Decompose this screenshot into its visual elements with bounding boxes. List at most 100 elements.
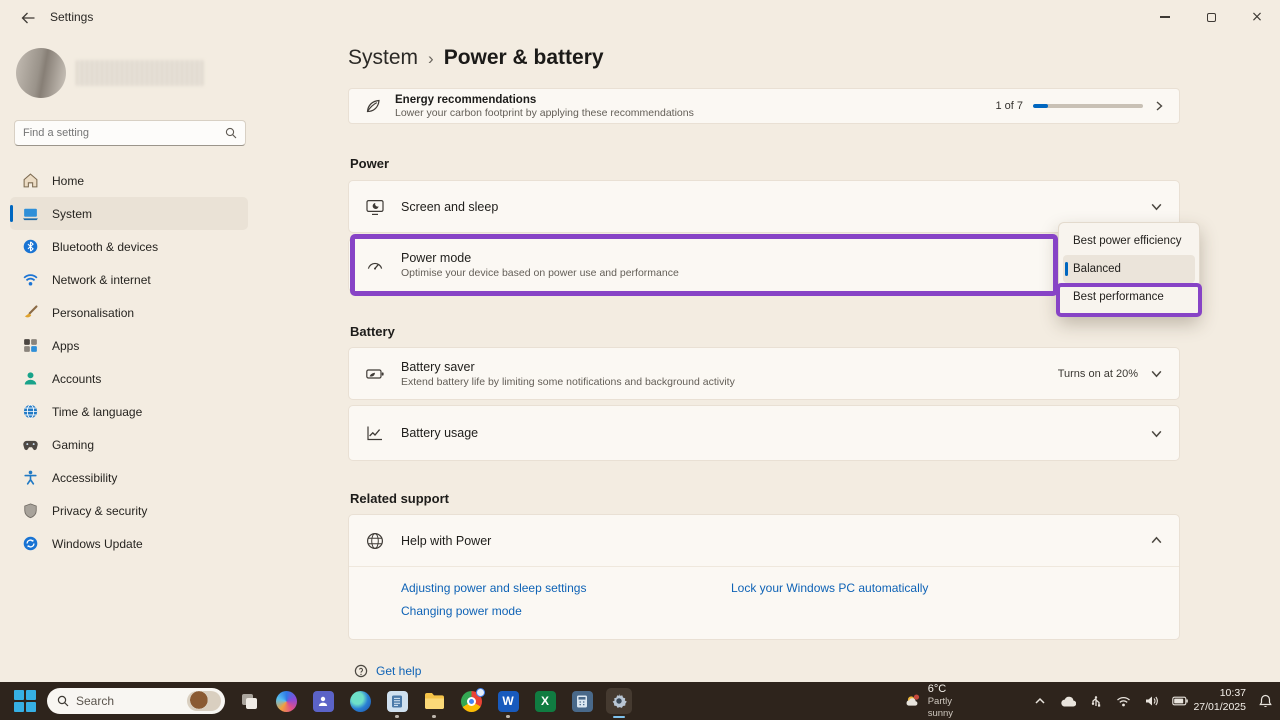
chevron-right-icon[interactable] xyxy=(1153,100,1165,112)
back-button[interactable] xyxy=(16,8,40,28)
link-adjusting-power-sleep[interactable]: Adjusting power and sleep settings xyxy=(401,581,731,595)
sidebar-item-privacy-security[interactable]: Privacy & security xyxy=(10,494,248,527)
taskbar-app-task-view[interactable] xyxy=(236,688,262,714)
get-help-row[interactable]: Get help xyxy=(354,664,421,678)
help-with-power-row[interactable]: Help with Power xyxy=(349,515,1179,567)
taskbar-app-chrome[interactable] xyxy=(458,687,485,714)
main-content: System › Power & battery Energy recommen… xyxy=(348,34,1180,682)
battery-saver-value: Turns on at 20% xyxy=(1057,367,1138,380)
chevron-down-icon[interactable] xyxy=(1150,200,1163,213)
search-icon xyxy=(225,127,237,139)
taskbar-app-edge[interactable] xyxy=(347,688,373,714)
taskbar-search[interactable]: Search xyxy=(47,688,225,714)
link-lock-windows-pc[interactable]: Lock your Windows PC automatically xyxy=(731,581,1179,595)
chevron-up-icon[interactable] xyxy=(1150,534,1163,547)
battery-saver-icon xyxy=(366,368,384,379)
get-help-icon xyxy=(354,664,368,678)
get-help-link[interactable]: Get help xyxy=(376,664,421,678)
taskbar-weather-widget[interactable]: 6°C Partly sunny xyxy=(904,683,962,719)
sidebar-item-time-language[interactable]: Time & language xyxy=(10,395,248,428)
tray-battery-icon[interactable] xyxy=(1172,696,1188,706)
battery-usage-row[interactable]: Battery usage xyxy=(348,405,1180,461)
notifications-bell-icon[interactable] xyxy=(1259,694,1272,708)
sidebar-item-gaming[interactable]: Gaming xyxy=(10,428,248,461)
energy-recommendations-banner[interactable]: Energy recommendations Lower your carbon… xyxy=(348,88,1180,124)
taskbar-app-settings[interactable] xyxy=(606,688,632,718)
word-icon: W xyxy=(497,690,519,712)
breadcrumb-parent[interactable]: System xyxy=(348,46,418,70)
window-title: Settings xyxy=(50,10,94,24)
energy-banner-subtitle: Lower your carbon footprint by applying … xyxy=(395,106,694,119)
breadcrumb: System › Power & battery xyxy=(348,46,604,70)
battery-saver-row[interactable]: Battery saver Extend battery life by lim… xyxy=(348,347,1180,400)
file-explorer-icon xyxy=(424,693,444,709)
taskbar-app-excel[interactable]: X xyxy=(532,688,558,714)
settings-search-box[interactable] xyxy=(14,120,246,146)
tray-wifi-icon[interactable] xyxy=(1116,696,1131,707)
minimize-button[interactable] xyxy=(1142,0,1188,34)
sidebar-item-label: Time & language xyxy=(52,404,143,419)
taskbar-app-file-explorer[interactable] xyxy=(421,688,447,718)
chevron-down-icon[interactable] xyxy=(1150,367,1163,380)
settings-gear-icon xyxy=(612,693,627,708)
weather-icon xyxy=(906,694,919,706)
tray-volume-icon[interactable] xyxy=(1145,695,1158,707)
back-arrow-icon xyxy=(21,12,35,24)
energy-leaf-icon xyxy=(366,99,380,113)
chevron-down-icon[interactable] xyxy=(1150,427,1163,440)
sidebar-item-network-internet[interactable]: Network & internet xyxy=(10,263,248,296)
user-avatar[interactable] xyxy=(16,48,66,98)
sidebar-item-accounts[interactable]: Accounts xyxy=(10,362,248,395)
tray-usb-icon[interactable] xyxy=(1090,695,1102,708)
chrome-icon xyxy=(460,687,485,712)
search-icon xyxy=(57,695,69,707)
taskbar-app-calculator[interactable] xyxy=(569,688,595,714)
excel-icon: X xyxy=(534,690,556,712)
screen-and-sleep-row[interactable]: Screen and sleep xyxy=(348,180,1180,233)
tray-chevron-up-icon[interactable] xyxy=(1034,696,1046,706)
search-input[interactable] xyxy=(23,127,225,139)
task-view-icon xyxy=(242,694,257,709)
dropdown-option-best-power-efficiency[interactable]: Best power efficiency xyxy=(1063,227,1195,255)
sidebar-item-bluetooth-devices[interactable]: Bluetooth & devices xyxy=(10,230,248,263)
maximize-icon xyxy=(1206,12,1216,22)
tray-onedrive-icon[interactable] xyxy=(1060,696,1076,707)
sidebar-item-home[interactable]: Home xyxy=(10,164,248,197)
sidebar-item-system[interactable]: System xyxy=(10,197,248,230)
clock-time: 10:37 xyxy=(1219,687,1246,700)
dropdown-option-balanced[interactable]: Balanced xyxy=(1063,255,1195,283)
energy-progress-bar xyxy=(1033,104,1143,108)
sidebar-item-apps[interactable]: Apps xyxy=(10,329,248,362)
sidebar-item-label: System xyxy=(52,206,93,221)
link-changing-power-mode[interactable]: Changing power mode xyxy=(401,604,731,618)
sidebar-item-windows-update[interactable]: Windows Update xyxy=(10,527,248,560)
taskbar-search-label: Search xyxy=(76,694,115,708)
dropdown-option-best-performance[interactable]: Best performance xyxy=(1063,283,1195,311)
taskbar-app-teams[interactable] xyxy=(310,688,336,714)
sidebar-item-label: Bluetooth & devices xyxy=(52,239,159,254)
power-mode-row[interactable]: Power mode Optimise your device based on… xyxy=(348,238,1180,292)
screen-sleep-icon xyxy=(366,199,384,215)
close-icon: × xyxy=(1251,9,1263,25)
edge-icon xyxy=(349,690,371,712)
taskbar-clock[interactable]: 10:37 27/01/2025 xyxy=(1193,687,1246,714)
system-tray xyxy=(1034,695,1188,708)
close-button[interactable]: × xyxy=(1234,0,1280,34)
maximize-button[interactable] xyxy=(1188,0,1234,34)
start-button[interactable] xyxy=(14,690,36,712)
power-mode-icon xyxy=(367,262,383,270)
help-globe-icon xyxy=(366,532,384,549)
taskbar-app-copilot[interactable] xyxy=(273,688,299,714)
sidebar-item-label: Personalisation xyxy=(52,305,135,320)
sidebar-item-personalisation[interactable]: Personalisation xyxy=(10,296,248,329)
apps-icon xyxy=(24,339,37,352)
sidebar-item-label: Home xyxy=(52,173,85,188)
taskbar-app-notepad[interactable] xyxy=(384,688,410,718)
sidebar-item-label: Gaming xyxy=(52,437,95,452)
battery-saver-title: Battery saver xyxy=(401,359,475,374)
power-mode-subtitle: Optimise your device based on power use … xyxy=(401,267,679,279)
taskbar-app-word[interactable]: W xyxy=(495,688,521,718)
sidebar-item-accessibility[interactable]: Accessibility xyxy=(10,461,248,494)
minimize-icon xyxy=(1160,16,1170,18)
personalisation-icon xyxy=(24,305,38,318)
